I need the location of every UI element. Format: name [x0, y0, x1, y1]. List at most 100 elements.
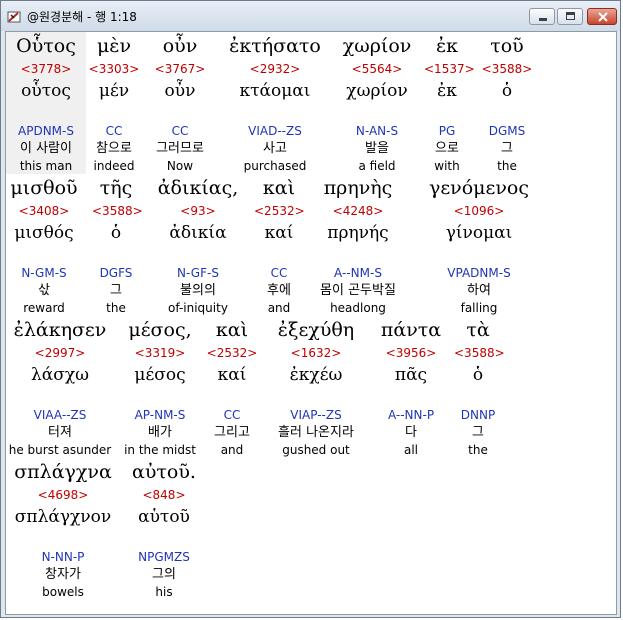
parsing-code: CC: [223, 408, 241, 422]
word-block[interactable]: πρηνὴς <4248> πρηνής A--NM-S 몸이 곤두박질 hea…: [310, 174, 406, 316]
lemma: μέσος: [134, 365, 186, 385]
english-gloss: the: [468, 443, 488, 457]
english-gloss: and: [220, 443, 244, 457]
word-block[interactable]: τῆς <3588> ὁ DGFS 그 the: [92, 174, 143, 316]
word-block[interactable]: οὖν <3767> οὖν CC 그러므로 Now: [150, 32, 210, 174]
lemma: ἀδικία: [169, 223, 227, 243]
strong-number[interactable]: <3767>: [150, 60, 210, 78]
english-gloss: headlong: [330, 301, 386, 315]
close-button[interactable]: [587, 8, 617, 25]
strong-number[interactable]: <3956>: [378, 344, 444, 362]
maximize-button[interactable]: [557, 8, 583, 25]
greek-word: μέσος,: [128, 319, 192, 341]
english-gloss: the: [106, 301, 126, 315]
word-block[interactable]: αὐτοῦ. <848> αὑτοῦ NPGMZS 그의 his: [130, 458, 198, 600]
strong-number[interactable]: <3319>: [120, 344, 200, 362]
parsing-code: CC: [105, 124, 123, 138]
greek-word: Οὗτος: [16, 35, 76, 57]
word-block[interactable]: σπλάγχνα <4698> σπλάγχνον N-NN-P 창자가 bow…: [6, 458, 120, 600]
english-gloss: all: [403, 443, 419, 457]
parsing-code: N-GM-S: [21, 266, 67, 280]
lemma: οὖν: [164, 81, 196, 101]
word-block[interactable]: ἐλάκησεν <2997> λάσχω VIAA--ZS 터져 he bur…: [6, 316, 114, 458]
word-block[interactable]: πάντα <3956> πᾶς A--NN-P 다 all: [378, 316, 444, 458]
parsing-code: DGFS: [99, 266, 133, 280]
strong-number[interactable]: <3588>: [476, 60, 538, 78]
strong-number[interactable]: <2532>: [206, 344, 258, 362]
word-block[interactable]: ἐκτήσατο <2932> κτάομαι VIAD--ZS 사고 purc…: [220, 32, 330, 174]
greek-word: τὰ: [466, 319, 490, 341]
strong-number[interactable]: <4248>: [310, 202, 406, 220]
english-gloss: his: [155, 585, 173, 599]
word-block[interactable]: γενόμενος <1096> γίνομαι VPADNM-S 하여 fal…: [414, 174, 544, 316]
word-block[interactable]: χωρίον <5564> χωρίον N-AN-S 발을 a field: [334, 32, 420, 174]
parsing-code: N-NN-P: [41, 550, 85, 564]
strong-number[interactable]: <1537>: [424, 60, 475, 78]
korean-gloss: 터져: [48, 425, 72, 440]
greek-word: μὲν: [96, 35, 132, 57]
app-icon: [7, 9, 21, 23]
greek-word: ἐξεχύθη: [277, 319, 355, 341]
korean-gloss: 이 사람이: [20, 141, 72, 156]
word-block[interactable]: μὲν <3303> μέν CC 참으로 indeed: [88, 32, 140, 174]
word-block[interactable]: ἐκ <1537> ἐκ PG 으로 with: [424, 32, 475, 174]
word-block[interactable]: Οὗτος <3778> οὗτος APDNM-S 이 사람이 this ma…: [6, 32, 86, 174]
greek-word: πρηνὴς: [323, 177, 393, 199]
strong-number[interactable]: <3408>: [8, 202, 80, 220]
close-icon: [598, 12, 608, 22]
strong-number[interactable]: <1096>: [414, 202, 544, 220]
strong-number[interactable]: <848>: [130, 486, 198, 504]
strong-number[interactable]: <5564>: [334, 60, 420, 78]
minimize-button[interactable]: [529, 8, 555, 25]
lemma: ἐκχέω: [289, 365, 343, 385]
parsing-code: N-AN-S: [355, 124, 399, 138]
strong-number[interactable]: <3588>: [454, 344, 505, 362]
korean-gloss: 후에: [267, 283, 291, 298]
strong-number[interactable]: <3303>: [88, 60, 140, 78]
english-gloss: he burst asunder: [8, 443, 112, 457]
word-block[interactable]: ἐξεχύθη <1632> ἐκχέω VIAP--ZS 흘러 나온지라 gu…: [262, 316, 370, 458]
english-gloss: a field: [358, 159, 396, 173]
greek-word: ἐκ: [435, 35, 459, 57]
korean-gloss: 삯: [38, 283, 50, 298]
parsing-code: VPADNM-S: [447, 266, 511, 280]
title-bar[interactable]: @원경분해 - 행 1:18: [1, 1, 620, 31]
korean-gloss: 발을: [365, 141, 389, 156]
word-block[interactable]: καὶ <2532> καί CC 그리고 and: [206, 316, 258, 458]
strong-number[interactable]: <2932>: [220, 60, 330, 78]
word-block[interactable]: μέσος, <3319> μέσος AP-NM-S 배가 in the mi…: [120, 316, 200, 458]
word-block[interactable]: καὶ <2532> καί CC 후에 and: [254, 174, 305, 316]
parsing-code: DGMS: [488, 124, 526, 138]
greek-word: μισθοῦ: [10, 177, 78, 199]
strong-number[interactable]: <2997>: [6, 344, 114, 362]
word-block[interactable]: τοῦ <3588> ὁ DGMS 그 the: [476, 32, 538, 174]
greek-word: πάντα: [380, 319, 442, 341]
parsing-code: CC: [270, 266, 288, 280]
korean-gloss: 참으로: [96, 141, 132, 156]
lemma: ὁ: [472, 365, 484, 385]
english-gloss: indeed: [93, 159, 135, 173]
strong-number[interactable]: <3778>: [6, 60, 86, 78]
greek-word: καὶ: [262, 177, 296, 199]
strong-number[interactable]: <2532>: [254, 202, 305, 220]
greek-word: ἐλάκησεν: [13, 319, 107, 341]
word-block[interactable]: μισθοῦ <3408> μισθός N-GM-S 삯 reward: [8, 174, 80, 316]
lemma: καί: [264, 223, 294, 243]
parsing-code: A--NN-P: [387, 408, 435, 422]
english-gloss: purchased: [243, 159, 307, 173]
lemma: σπλάγχνον: [14, 507, 112, 527]
english-gloss: this man: [19, 159, 73, 173]
strong-number[interactable]: <4698>: [6, 486, 120, 504]
korean-gloss: 흘러 나온지라: [278, 425, 354, 440]
lemma: ὁ: [501, 81, 513, 101]
parsing-code: VIAD--ZS: [248, 124, 302, 138]
lemma: οὗτος: [21, 81, 71, 101]
strong-number[interactable]: <1632>: [262, 344, 370, 362]
korean-gloss: 그러므로: [156, 141, 204, 156]
strong-number[interactable]: <3588>: [92, 202, 143, 220]
word-block[interactable]: ἀδικίας, <93> ἀδικία N-GF-S 불의의 of-iniqu…: [150, 174, 246, 316]
parsing-code: N-GF-S: [177, 266, 219, 280]
strong-number[interactable]: <93>: [150, 202, 246, 220]
greek-word: χωρίον: [342, 35, 412, 57]
word-block[interactable]: τὰ <3588> ὁ DNNP 그 the: [454, 316, 505, 458]
